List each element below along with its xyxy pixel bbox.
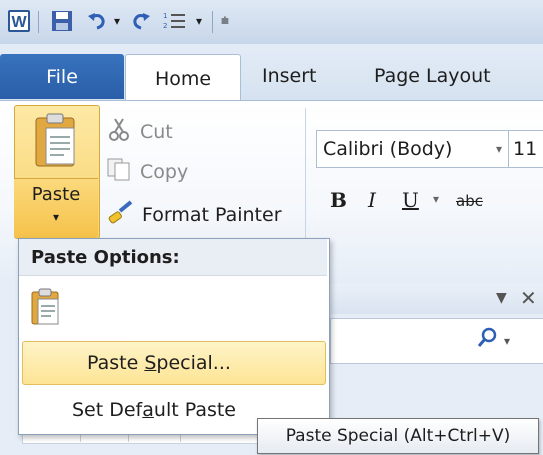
underline-dropdown-icon[interactable]: ▾ [433,192,439,206]
tooltip: Paste Special (Alt+Ctrl+V) [257,418,539,454]
chevron-down-icon[interactable]: ▾ [496,142,502,156]
underline-button[interactable]: U [402,188,419,212]
paste-special-label: Paste Special... [87,352,231,374]
numbering-icon[interactable]: 12 [160,8,190,34]
copy-label: Copy [140,160,189,183]
paste-special-menu-item[interactable]: Paste Special... [22,341,326,385]
cut-button[interactable]: Cut [106,116,173,147]
tab-page-layout[interactable]: Page Layout [374,56,491,96]
svg-text:1: 1 [163,12,167,20]
task-pane-header [330,284,543,314]
search-dropdown-icon[interactable]: ▾ [504,334,510,348]
qat-separator [212,11,213,33]
save-icon[interactable] [48,8,76,34]
paste-options-header-label: Paste Options: [31,246,180,268]
undo-icon[interactable] [84,8,110,34]
font-name-combobox[interactable]: Calibri (Body) ▾ [316,130,509,168]
paintbrush-icon [106,199,134,230]
font-name-value: Calibri (Body) [323,138,453,160]
font-size-combobox[interactable]: 11 [508,130,543,168]
set-default-paste-label: Set Default Paste [72,399,237,421]
format-painter-label: Format Painter [142,203,282,226]
search-icon[interactable] [476,326,498,354]
pane-menu-dropdown-icon[interactable]: ▼ [496,290,507,306]
bold-button[interactable]: B [330,188,347,212]
paste-label: Paste [31,184,81,205]
word-app-icon[interactable]: W [6,8,32,34]
paste-chevron-down-icon: ▾ [52,210,60,224]
keep-source-formatting-button[interactable] [26,286,66,332]
redo-icon[interactable] [128,8,154,34]
strikethrough-button[interactable]: abc [456,192,483,210]
customize-qat-icon[interactable]: ⩧ [216,8,234,34]
cut-label: Cut [140,120,173,143]
copy-button[interactable]: Copy [106,157,188,186]
task-pane-search-input[interactable] [330,318,543,364]
undo-dropdown-icon[interactable]: ▾ [110,8,124,34]
title-bar [0,0,543,44]
format-painter-button[interactable]: Format Painter [106,199,282,230]
scissors-icon [106,116,132,147]
copy-icon [106,157,132,186]
tab-insert[interactable]: Insert [262,56,317,96]
paste-options-header: Paste Options: [19,239,327,276]
svg-text:2: 2 [163,22,167,30]
paste-option-icon [30,288,62,330]
qat-separator [38,11,39,33]
paste-icon [34,112,78,172]
tab-file[interactable]: File [0,54,124,99]
numbering-dropdown-icon[interactable]: ▾ [192,8,206,34]
font-size-value: 11 [513,138,538,160]
italic-button[interactable]: I [368,188,376,212]
svg-text:W: W [11,14,27,31]
tab-home[interactable]: Home [125,54,241,102]
close-icon[interactable]: ✕ [520,286,537,310]
